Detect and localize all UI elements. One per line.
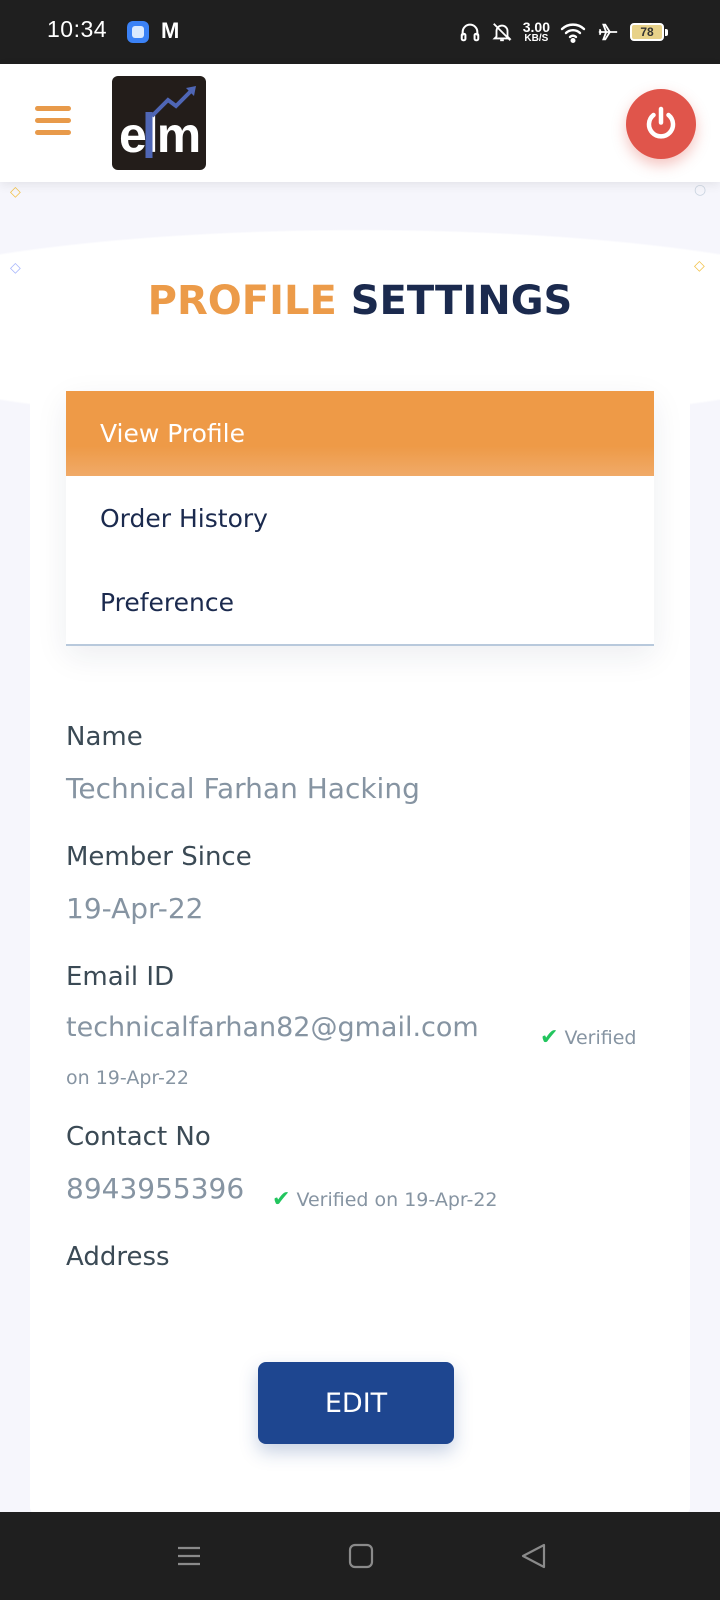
email-verified-date: on 19-Apr-22 [66, 1067, 190, 1089]
name-label: Name [66, 722, 143, 752]
power-button[interactable] [626, 89, 696, 159]
net-speed: 3.00 KB/S [523, 20, 550, 44]
menu-item-label: View Profile [100, 419, 246, 448]
status-time: 10:34 [47, 16, 108, 42]
page-title-main: SETTINGS [350, 278, 573, 324]
menu-item-view-profile[interactable]: View Profile [66, 391, 654, 476]
hamburger-icon[interactable] [35, 106, 71, 135]
power-icon [646, 106, 676, 139]
decor-icon: ○ [694, 182, 707, 198]
profile-menu: View Profile Order History Preference [66, 391, 654, 646]
net-speed-unit: KB/S [524, 33, 549, 44]
menu-item-label: Order History [100, 504, 268, 533]
app-icon [127, 21, 149, 43]
check-icon: ✔ [540, 1025, 559, 1050]
airplane-icon [598, 23, 618, 41]
page-title-accent: PROFILE [147, 278, 337, 324]
menu-nav-icon[interactable] [176, 1542, 202, 1570]
net-speed-value: 3.00 [522, 19, 550, 35]
edit-button[interactable]: EDIT [258, 1362, 454, 1444]
email-value: technicalfarhan82@gmail.com [66, 1012, 479, 1043]
member-since-value: 19-Apr-22 [66, 892, 204, 925]
decor-icon: ◇ [694, 258, 705, 274]
email-label: Email ID [66, 962, 175, 992]
status-bar: 10:34 M 3.00 KB/S 78 [0, 0, 720, 64]
trend-arrow-icon [145, 86, 196, 158]
contact-value: 8943955396 [66, 1172, 245, 1205]
logo[interactable]: elm [112, 76, 206, 170]
check-icon: ✔ [272, 1187, 291, 1212]
bell-muted-icon [492, 23, 512, 42]
name-value: Technical Farhan Hacking [66, 772, 420, 805]
decor-icon: ◇ [10, 184, 21, 200]
menu-item-label: Preference [100, 588, 235, 617]
status-icons: 3.00 KB/S 78 [459, 14, 668, 50]
address-label: Address [66, 1242, 170, 1272]
headphones-icon [460, 23, 480, 42]
email-verified: ✔ Verified [540, 1025, 636, 1050]
menu-item-preference[interactable]: Preference [66, 561, 654, 646]
member-since-label: Member Since [66, 842, 252, 872]
menu-item-order-history[interactable]: Order History [66, 476, 654, 561]
home-nav-icon[interactable] [348, 1542, 374, 1570]
contact-label: Contact No [66, 1122, 211, 1152]
email-verified-text: Verified [564, 1026, 637, 1049]
decor-icon: ◇ [10, 260, 21, 276]
battery-icon: 78 [630, 23, 668, 41]
contact-verified: ✔ Verified on 19-Apr-22 [272, 1187, 498, 1212]
contact-verified-text: Verified on 19-Apr-22 [296, 1188, 498, 1211]
gmail-icon: M [161, 18, 180, 43]
wifi-icon [560, 23, 586, 43]
page-title: PROFILE SETTINGS [0, 278, 720, 324]
app-header: elm [0, 64, 720, 182]
back-nav-icon[interactable] [520, 1542, 546, 1570]
system-nav-bar [0, 1512, 720, 1600]
